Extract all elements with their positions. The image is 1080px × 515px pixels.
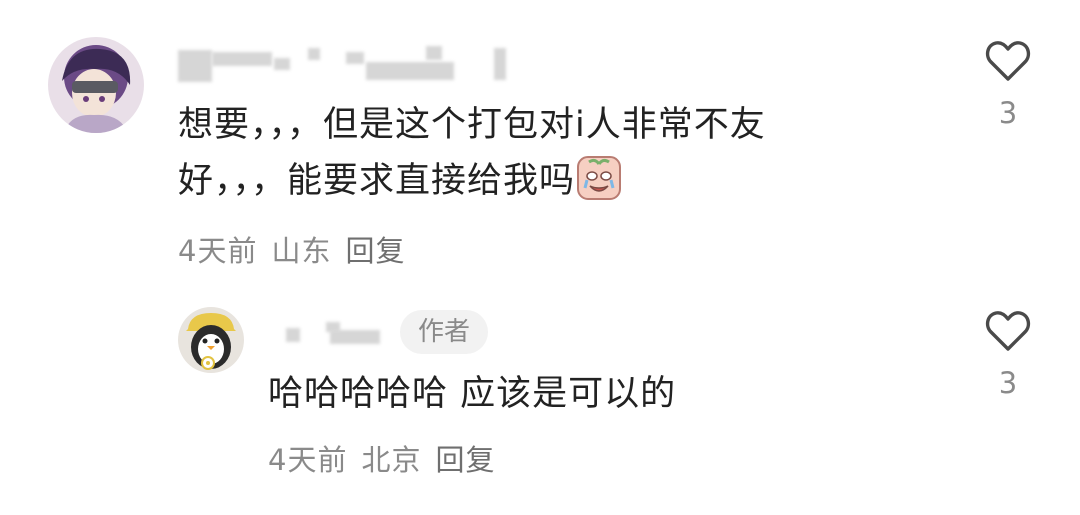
like-count: 3	[998, 366, 1018, 400]
heart-outline-icon[interactable]	[985, 310, 1031, 352]
like-button[interactable]: 3	[976, 40, 1040, 130]
author-avatar[interactable]	[178, 307, 244, 373]
heart-outline-icon[interactable]	[985, 40, 1031, 82]
comment-text-line1: 想要，，，但是这个打包对i人非常不友	[178, 105, 766, 145]
commenter-avatar[interactable]	[48, 37, 144, 133]
reply-location: 北京	[361, 443, 422, 477]
comment-location: 山东	[271, 234, 332, 268]
comment-meta: 4天前 山东 回复	[178, 228, 419, 270]
reply-button[interactable]: 回复	[435, 443, 495, 477]
reply-meta: 4天前 北京 回复	[268, 437, 509, 479]
commenter-name-redacted[interactable]	[178, 46, 508, 86]
author-name-redacted[interactable]	[286, 318, 382, 348]
comment-time: 4天前	[178, 234, 258, 268]
reply-button[interactable]: 回复	[345, 234, 405, 268]
comment-text-line2-text: 好，，，能要求直接给我吗	[178, 161, 576, 201]
comment-text: 想要，，，但是这个打包对i人非常不友 好，，，能要求直接给我吗	[178, 97, 878, 209]
like-button[interactable]: 3	[976, 310, 1040, 400]
reply-text: 哈哈哈哈哈 应该是可以的	[268, 374, 677, 414]
reply-time: 4天前	[268, 443, 348, 477]
like-count: 3	[998, 96, 1018, 130]
comment-text-line2: 好，，，能要求直接给我吗	[178, 153, 878, 209]
crying-face-sticker-icon	[577, 156, 622, 200]
author-badge: 作者	[400, 310, 488, 354]
